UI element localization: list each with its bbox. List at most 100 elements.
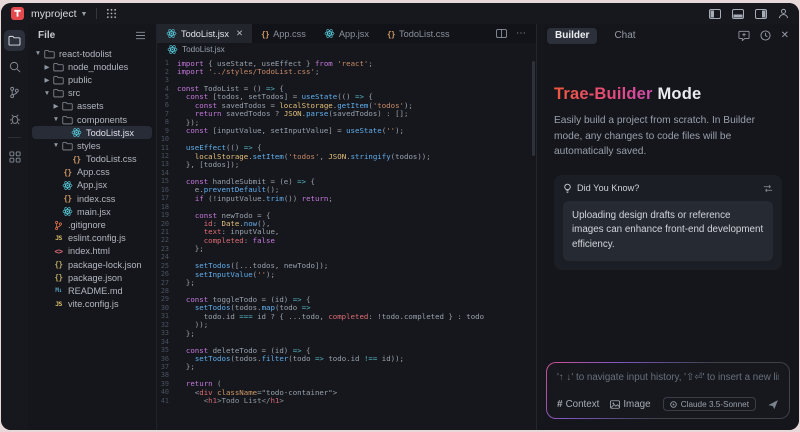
tip-title: Did You Know? [577, 183, 639, 193]
breadcrumb[interactable]: TodoList.jsx [157, 43, 536, 56]
activity-search-icon[interactable] [4, 56, 25, 77]
line-number: 1 [157, 59, 177, 67]
line-number: 30 [157, 304, 177, 312]
tree-item[interactable]: ▼react-todolist [32, 47, 152, 60]
tree-item[interactable]: {}index.css [32, 192, 152, 205]
chevron-icon: ▶ [52, 102, 60, 110]
panel-tab-chat[interactable]: Chat [606, 28, 643, 44]
toggle-bottom-panel-icon[interactable] [732, 9, 744, 19]
split-editor-icon[interactable] [496, 29, 507, 38]
tree-item[interactable]: .gitignore [32, 218, 152, 231]
image-button[interactable]: Image [610, 399, 650, 410]
toggle-right-panel-icon[interactable] [755, 9, 767, 19]
line-number: 23 [157, 245, 177, 253]
tree-item-label: react-todolist [59, 49, 112, 59]
project-name[interactable]: myproject [31, 8, 77, 20]
tree-item[interactable]: App.jsx [32, 179, 152, 192]
tree-item[interactable]: ▶public [32, 73, 152, 86]
editor-group: TodoList.jsx✕{}App.cssApp.jsx{}TodoList.… [156, 24, 536, 430]
send-icon[interactable] [767, 399, 779, 410]
code-area[interactable]: 1import { useState, useEffect } from 're… [157, 56, 536, 430]
line-number: 35 [157, 346, 177, 354]
close-panel-icon[interactable]: ✕ [781, 31, 789, 41]
tree-item-label: .gitignore [68, 220, 106, 230]
line-number: 11 [157, 144, 177, 152]
line-number: 2 [157, 68, 177, 76]
tree-item[interactable]: main.jsx [32, 205, 152, 218]
editor-tab[interactable]: {}TodoList.css [378, 24, 459, 43]
editor-tab[interactable]: {} App.css [252, 24, 315, 43]
close-icon[interactable]: ✕ [236, 28, 243, 39]
tab-label: App.css [273, 29, 306, 39]
line-number: 18 [157, 203, 177, 211]
tree-item[interactable]: <>index.html [32, 245, 152, 258]
folder-icon [61, 101, 74, 111]
chevron-icon: ▶ [43, 63, 51, 71]
folder-icon [52, 75, 65, 85]
line-number: 3 [157, 76, 177, 84]
panel-tab-builder[interactable]: Builder [547, 28, 597, 44]
divider [96, 8, 97, 19]
chevron-down-icon[interactable]: ▼ [81, 11, 88, 18]
activity-bar [1, 24, 28, 430]
line-number: 24 [157, 253, 177, 261]
tree-item[interactable]: JSvite.config.js [32, 298, 152, 311]
context-button[interactable]: # Context [557, 399, 599, 410]
model-label: Claude 3.5-Sonnet [681, 400, 749, 409]
titlebar: myproject ▼ [1, 3, 799, 24]
toggle-left-panel-icon[interactable] [709, 9, 721, 19]
line-number: 17 [157, 194, 177, 202]
tree-item-label: main.jsx [77, 207, 111, 217]
folder-icon [61, 115, 74, 125]
js-icon: JS [52, 301, 65, 308]
activity-debug-icon[interactable] [4, 108, 25, 129]
explorer-menu-icon[interactable] [135, 31, 146, 40]
code-line: 22 completed: false [157, 236, 536, 244]
line-number: 29 [157, 295, 177, 303]
activity-source-control-icon[interactable] [4, 82, 25, 103]
tree-item[interactable]: JSeslint.config.js [32, 232, 152, 245]
tree-item[interactable]: M↓README.md [32, 284, 152, 297]
css-icon: {} [261, 29, 269, 39]
activity-extensions-icon[interactable] [4, 146, 25, 167]
tree-item-label: TodoList.jsx [86, 128, 134, 138]
tree-item[interactable]: ▼components [32, 113, 152, 126]
shuffle-tip-icon[interactable] [763, 184, 773, 193]
line-number: 4 [157, 85, 177, 93]
tree-item[interactable]: ▶assets [32, 100, 152, 113]
builder-panel: BuilderChat ✕ Trae-Builder Mode Easily b… [536, 24, 799, 430]
tree-item[interactable]: ▼src [32, 87, 152, 100]
new-chat-icon[interactable] [738, 30, 750, 41]
tree-item[interactable]: {}package.json [32, 271, 152, 284]
tree-item[interactable]: TodoList.jsx [32, 126, 152, 139]
chat-input[interactable]: '↑ ↓' to navigate input history, '⇧⏎' to… [557, 372, 779, 383]
folder-icon [52, 62, 65, 72]
code-line: 33 }; [157, 329, 536, 337]
editor-scrollbar[interactable] [532, 61, 535, 156]
tree-item[interactable]: {}TodoList.css [32, 153, 152, 166]
trae-logo-icon[interactable] [11, 7, 24, 20]
line-number: 39 [157, 380, 177, 388]
editor-tab[interactable]: TodoList.jsx✕ [157, 24, 252, 43]
tree-item[interactable]: {}package-lock.json [32, 258, 152, 271]
line-number: 14 [157, 169, 177, 177]
tree-item[interactable]: ▼styles [32, 139, 152, 152]
more-actions-icon[interactable]: ⋯ [516, 28, 527, 39]
code-line: 37 }; [157, 363, 536, 371]
line-number: 28 [157, 287, 177, 295]
tip-body: Uploading design drafts or reference ima… [563, 201, 773, 261]
model-selector[interactable]: Claude 3.5-Sonnet [663, 397, 756, 411]
title-gradient-text: Trae-Builder [554, 85, 653, 103]
builder-panel-header: Builder Chat ✕ [537, 24, 799, 47]
activity-explorer-icon[interactable] [4, 30, 25, 51]
history-icon[interactable] [760, 30, 771, 41]
tree-item-label: index.css [77, 194, 115, 204]
editor-tab[interactable]: App.jsx [315, 24, 378, 43]
account-icon[interactable] [778, 8, 789, 19]
tree-item[interactable]: {}App.css [32, 166, 152, 179]
line-number: 19 [157, 211, 177, 219]
json-icon: {} [52, 260, 65, 269]
tree-item[interactable]: ▶node_modules [32, 60, 152, 73]
apps-grid-icon[interactable] [106, 8, 117, 19]
image-label: Image [623, 399, 650, 410]
